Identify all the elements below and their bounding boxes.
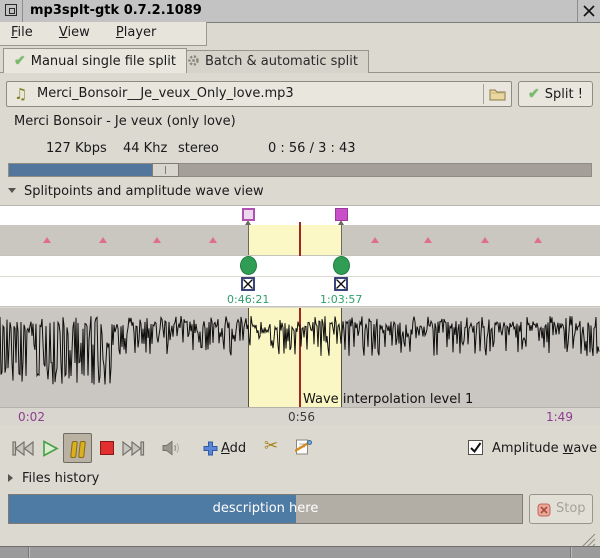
selected-region-band: [248, 225, 342, 255]
keep-splitpoint-row: [0, 276, 600, 292]
skip-forward-button[interactable]: [122, 441, 145, 460]
preview-tick-icon[interactable]: [424, 237, 432, 243]
skip-backward-button[interactable]: [11, 441, 34, 460]
titlebar: mp3splt-gtk 0.7.2.1089: [0, 0, 600, 23]
check-icon: ✔: [528, 86, 540, 102]
files-history-expander[interactable]: Files history: [8, 471, 99, 486]
splitpoint-time: 0:46:21: [227, 293, 269, 306]
music-note-icon: ♫: [14, 85, 27, 103]
amplitude-wave-view[interactable]: Wave interpolation level 1: [0, 308, 600, 407]
splitpoint-checkbox[interactable]: [334, 277, 348, 291]
time-position-label: 0 : 56 / 3 : 43: [268, 141, 356, 156]
slider-handle[interactable]: [152, 163, 179, 177]
splitpoint-checkbox[interactable]: [241, 277, 255, 291]
preview-tick-icon[interactable]: [153, 237, 161, 243]
window-menu-icon[interactable]: [5, 4, 17, 16]
pause-button[interactable]: [63, 433, 92, 463]
taskbar-divider: [570, 547, 571, 558]
expander-open-icon: [8, 188, 16, 193]
stereo-label: stereo: [178, 141, 219, 156]
volume-icon[interactable]: [162, 440, 180, 460]
wave-interpolation-label: Wave interpolation level 1: [303, 392, 473, 407]
amplitude-wave-label: Amplitude wave: [492, 441, 597, 456]
tab-batch-automatic-split[interactable]: Batch & automatic split: [176, 50, 369, 73]
splitpoints-expander[interactable]: Splitpoints and amplitude wave view: [8, 184, 264, 199]
bitrate-label: 127 Kbps: [46, 141, 107, 156]
preview-tick-icon[interactable]: [371, 237, 379, 243]
slider-fill: [9, 164, 152, 176]
folder-icon[interactable]: [489, 87, 506, 105]
splitpoint-handle-square[interactable]: [242, 208, 255, 221]
splitpoint-line: [248, 224, 249, 255]
preview-tick-icon[interactable]: [99, 237, 107, 243]
waveform: [0, 308, 600, 407]
silence-detection-icon[interactable]: [295, 438, 313, 460]
titlebar-divider: [22, 0, 23, 22]
stop-playback-button[interactable]: [100, 441, 114, 455]
splitpoint-handle-square[interactable]: [335, 208, 348, 221]
preview-tick-icon[interactable]: [534, 237, 542, 243]
song-title: Merci Bonsoir - Je veux (only love): [14, 114, 236, 129]
amplitude-wave-checkbox[interactable]: [468, 440, 483, 455]
app-window: mp3splt-gtk 0.7.2.1089 File View Player …: [0, 0, 600, 558]
scissors-icon[interactable]: ✂: [264, 436, 278, 456]
menu-file[interactable]: File: [0, 22, 44, 44]
check-icon: ✔: [14, 53, 26, 69]
titlebar-divider: [577, 0, 578, 22]
add-splitpoint-button[interactable]: Add: [221, 441, 246, 456]
preview-tick-icon[interactable]: [43, 237, 51, 243]
split-progress-bar: description here: [8, 494, 523, 524]
frequency-label: 44 Khz: [123, 141, 167, 156]
close-icon[interactable]: [581, 3, 597, 19]
preview-tick-icon[interactable]: [209, 237, 217, 243]
stop-split-button[interactable]: Stop: [529, 494, 593, 524]
taskbar-divider: [28, 547, 29, 558]
filename: Merci_Bonsoir__Je_veux_Only_love.mp3: [37, 82, 294, 106]
entry-divider: [483, 84, 484, 104]
preview-tick-icon[interactable]: [481, 237, 489, 243]
stop-icon: [537, 503, 551, 517]
playback-slider[interactable]: [8, 163, 592, 177]
gear-icon: [187, 54, 200, 67]
preview-play-row: [0, 255, 600, 276]
window-title: mp3splt-gtk 0.7.2.1089: [30, 0, 202, 22]
menu-player[interactable]: Player: [105, 22, 167, 44]
wave-end-time: 1:49: [546, 410, 573, 424]
file-chooser-button[interactable]: ♫ Merci_Bonsoir__Je_veux_Only_love.mp3: [6, 81, 512, 107]
tab-manual-single-file-split[interactable]: ✔ Manual single file split: [3, 48, 187, 73]
wave-time-strip: 0:02 0:56 1:49: [0, 407, 600, 425]
menubar: File View Player Help: [0, 22, 207, 46]
checkmark-icon: [469, 441, 482, 454]
play-button[interactable]: [42, 440, 59, 461]
tab-label: Batch & automatic split: [205, 54, 358, 69]
progress-description: description here: [9, 495, 522, 523]
preview-play-circle[interactable]: [240, 256, 257, 275]
add-splitpoint-icon[interactable]: [203, 441, 218, 460]
tab-label: Manual single file split: [31, 54, 176, 69]
expander-closed-icon: [8, 474, 13, 482]
wave-current-time: 0:56: [288, 410, 315, 424]
splitpoint-time-row: [0, 292, 600, 307]
preview-play-circle[interactable]: [333, 256, 350, 275]
taskbar-strip: [0, 546, 600, 558]
splitpoint-time: 1:03:57: [320, 293, 362, 306]
wave-start-time: 0:02: [18, 410, 45, 424]
menu-view[interactable]: View: [48, 22, 101, 44]
splitpoint-line: [341, 224, 342, 255]
playback-position-line: [299, 222, 301, 256]
split-button[interactable]: ✔Split !: [518, 81, 593, 107]
